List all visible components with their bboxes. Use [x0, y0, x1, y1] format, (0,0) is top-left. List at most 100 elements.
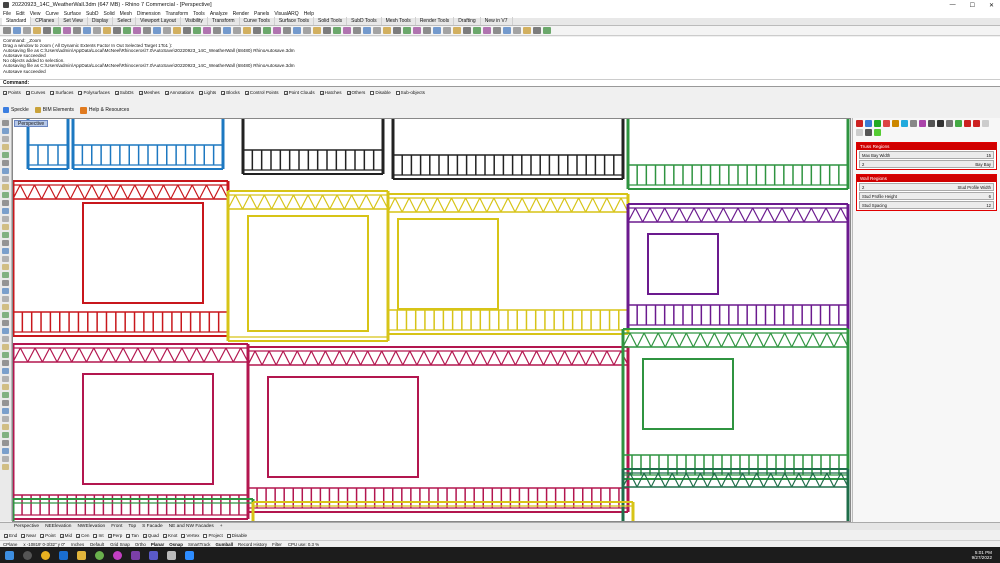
open-icon[interactable] [13, 27, 21, 34]
lights-icon[interactable] [303, 27, 311, 34]
scale-icon[interactable] [523, 27, 531, 34]
maximize-icon[interactable]: ☐ [970, 2, 975, 9]
tab-standard[interactable]: Standard [2, 17, 32, 25]
left-tool-icon[interactable] [2, 392, 9, 398]
left-tool-icon[interactable] [2, 360, 9, 366]
osnap-point[interactable]: ✓ Point [40, 533, 56, 538]
system-clock[interactable]: 5:01 PM 9/27/2022 [972, 550, 1000, 561]
left-tool-icon[interactable] [2, 344, 9, 350]
osnap-int[interactable]: ✓ Int [93, 533, 104, 538]
checkbox[interactable]: ✓ [198, 90, 203, 95]
toggle-smarttrack[interactable]: SmartTrack [188, 542, 211, 547]
checkbox[interactable]: ✓ [346, 90, 351, 95]
pan-icon[interactable] [103, 27, 111, 34]
left-tool-icon[interactable] [2, 296, 9, 302]
toggle-gumball[interactable]: Gumball [215, 542, 233, 547]
split-icon[interactable] [453, 27, 461, 34]
left-tool-icon[interactable] [2, 280, 9, 286]
checkbox[interactable]: ✓ [114, 90, 119, 95]
cut-icon[interactable] [53, 27, 61, 34]
panel-tool-icon[interactable] [856, 129, 863, 136]
new-icon[interactable] [3, 27, 11, 34]
checkbox[interactable] [226, 533, 231, 538]
checkbox[interactable]: ✓ [221, 90, 226, 95]
osnap-vertex[interactable]: ✓ Vertex [181, 533, 199, 538]
osnap-end[interactable]: ✓ End [4, 533, 17, 538]
plugin-bim-elements[interactable]: BIM Elements [34, 107, 74, 113]
print-icon[interactable] [33, 27, 41, 34]
undo-icon[interactable] [83, 27, 91, 34]
panel-tool-icon[interactable] [901, 120, 908, 127]
panel-tool-icon[interactable] [937, 120, 944, 127]
grasshopper-icon[interactable] [95, 550, 104, 560]
slider-param[interactable]: 2 Stud Profile Width [859, 183, 994, 191]
left-tool-icon[interactable] [2, 456, 9, 462]
slack-icon[interactable] [131, 550, 140, 560]
cplane-icon[interactable] [333, 27, 341, 34]
block-icon[interactable] [403, 27, 411, 34]
left-tool-icon[interactable] [2, 120, 9, 126]
properties-icon[interactable] [193, 27, 201, 34]
left-tool-icon[interactable] [2, 184, 9, 190]
tab-surface-tools[interactable]: Surface Tools [275, 17, 315, 25]
filter-lights[interactable]: ✓ Lights [198, 90, 216, 95]
checkbox[interactable]: ✓ [164, 90, 169, 95]
slider-param[interactable]: Max Bay Width 15 [859, 151, 994, 159]
left-tool-icon[interactable] [2, 136, 9, 142]
zoom-icon[interactable] [185, 550, 194, 560]
checkbox[interactable]: ✓ [4, 533, 8, 538]
zoom-dynamic-icon[interactable] [123, 27, 131, 34]
tab-new-in-v7[interactable]: New in V7 [481, 17, 513, 25]
four-views-icon[interactable] [173, 27, 181, 34]
osnap-knot[interactable]: ✓ Knot [162, 533, 177, 538]
osnap-disable[interactable]: Disable [226, 533, 247, 538]
panel-tool-icon[interactable] [982, 120, 989, 127]
left-tool-icon[interactable] [2, 240, 9, 246]
view-tab-top[interactable]: Top [128, 524, 136, 529]
view-tab-front[interactable]: Front [111, 524, 122, 529]
panel-tool-icon[interactable] [865, 120, 872, 127]
make2d-icon[interactable] [273, 27, 281, 34]
left-tool-icon[interactable] [2, 376, 9, 382]
left-tool-icon[interactable] [2, 368, 9, 374]
checkbox[interactable] [203, 533, 208, 538]
slider-param[interactable]: Stud Spacing 12 [859, 201, 994, 209]
tab-cplanes[interactable]: CPlanes [31, 17, 60, 25]
left-tool-icon[interactable] [2, 440, 9, 446]
rhino-taskbar-icon[interactable] [167, 550, 176, 560]
checkbox[interactable]: ✓ [21, 533, 26, 538]
filter-blocks[interactable]: ✓ Blocks [221, 90, 240, 95]
left-tool-icon[interactable] [2, 320, 9, 326]
view-tab-neelevation[interactable]: NEElevation [45, 524, 71, 529]
panel-tool-icon[interactable] [865, 129, 872, 136]
panel-tool-icon[interactable] [910, 120, 917, 127]
undo-view-icon[interactable] [163, 27, 171, 34]
filter-subds[interactable]: ✓ SubDs [114, 90, 134, 95]
perspective-viewport[interactable]: Perspective [12, 118, 851, 522]
paste-icon[interactable] [73, 27, 81, 34]
panel-tool-icon[interactable] [928, 120, 935, 127]
mirror-icon[interactable] [503, 27, 511, 34]
materials-icon[interactable] [293, 27, 301, 34]
fillet-icon[interactable] [473, 27, 481, 34]
lock-icon[interactable] [253, 27, 261, 34]
group-icon[interactable] [413, 27, 421, 34]
hatch-icon[interactable] [393, 27, 401, 34]
text-icon[interactable] [383, 27, 391, 34]
unlock-icon[interactable] [263, 27, 271, 34]
left-tool-icon[interactable] [2, 400, 9, 406]
left-tool-icon[interactable] [2, 416, 9, 422]
trim-icon[interactable] [443, 27, 451, 34]
left-tool-icon[interactable] [2, 160, 9, 166]
zoom-extents-icon[interactable] [143, 27, 151, 34]
left-tool-icon[interactable] [2, 216, 9, 222]
left-tool-icon[interactable] [2, 328, 9, 334]
checkbox[interactable] [395, 90, 400, 95]
left-tool-icon[interactable] [2, 448, 9, 454]
view-tab-perspective[interactable]: Perspective [14, 524, 39, 529]
teams-icon[interactable] [149, 550, 158, 560]
show-icon[interactable] [243, 27, 251, 34]
tab-render-tools[interactable]: Render Tools [416, 17, 455, 25]
toggle-osnap[interactable]: Osnap [169, 542, 183, 547]
osnap-cen[interactable]: ✓ Cen [76, 533, 89, 538]
